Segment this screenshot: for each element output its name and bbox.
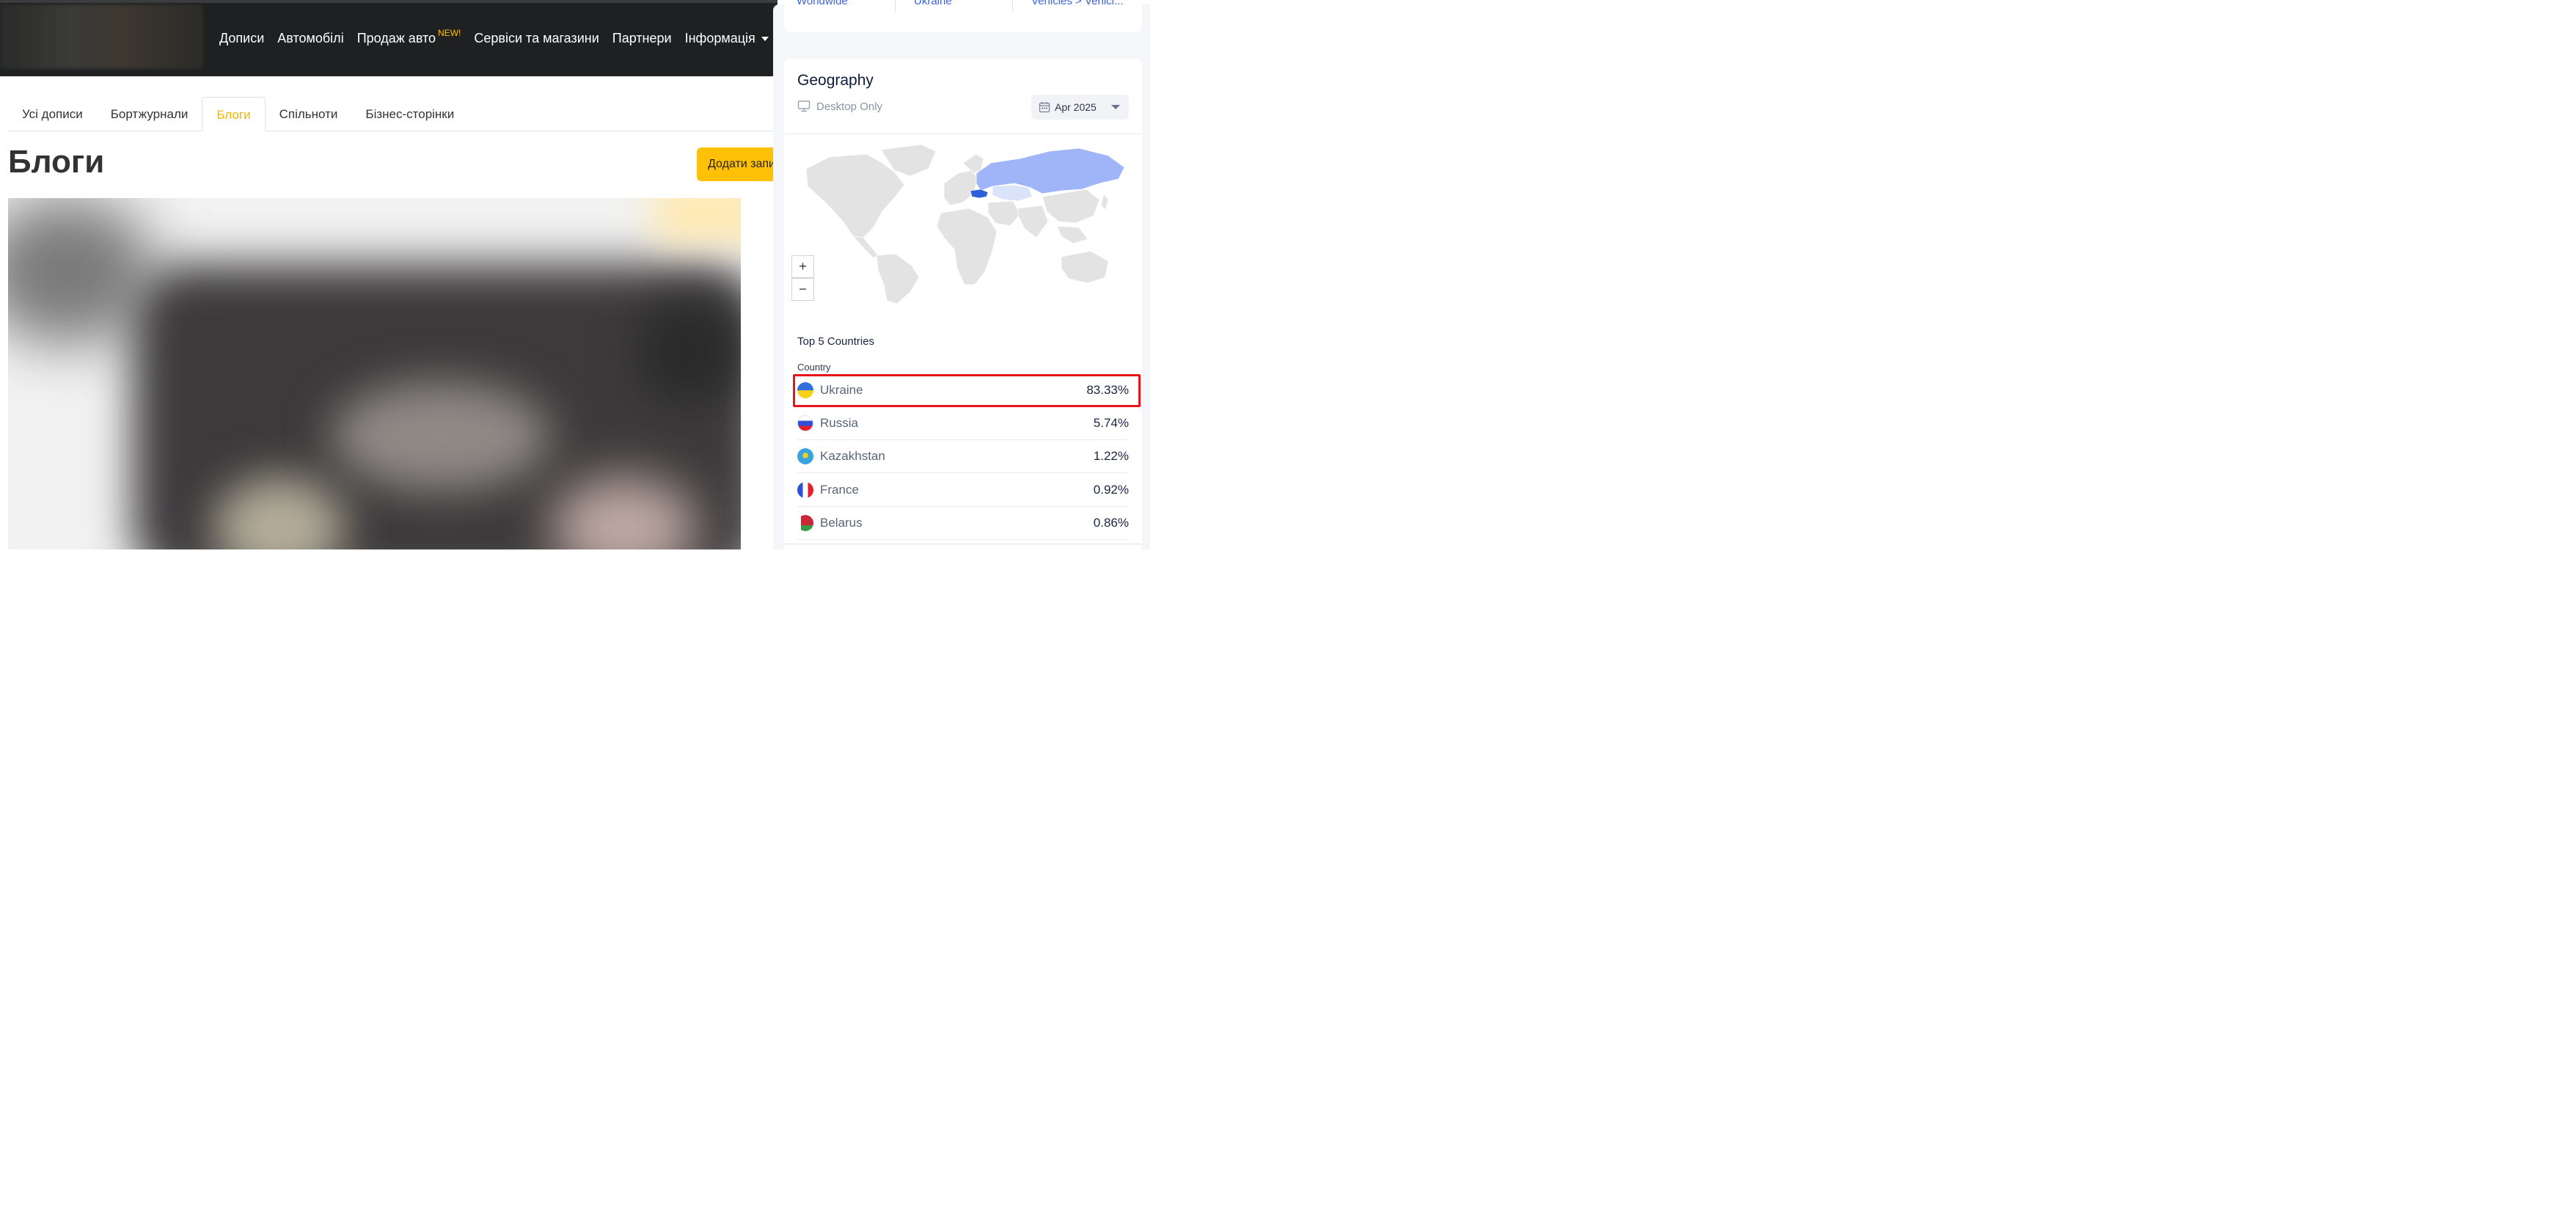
flag-france-icon bbox=[797, 482, 813, 498]
device-label: Desktop Only bbox=[816, 100, 883, 113]
breadcrumb-separator bbox=[895, 0, 896, 12]
site-header: Дописи Автомобілі Продаж авто NEW! Сервіс… bbox=[0, 0, 777, 76]
country-row-belarus[interactable]: Belarus 0.86% bbox=[797, 507, 1129, 540]
flag-russia-icon bbox=[797, 415, 813, 431]
tab-logbooks[interactable]: Бортжурнали bbox=[97, 97, 202, 131]
nav-label: Автомобілі bbox=[277, 30, 344, 45]
tab-communities[interactable]: Спільноти bbox=[266, 97, 352, 131]
breadcrumb-category[interactable]: Vehicles > Vehicl... bbox=[1031, 0, 1124, 7]
geography-title: Geography bbox=[797, 72, 874, 89]
nav-item-partners[interactable]: Партнери bbox=[612, 31, 672, 46]
breadcrumb: Worldwide Ukraine Vehicles > Vehicl... bbox=[784, 0, 1142, 32]
nav-label: Сервіси та магазини bbox=[474, 30, 599, 45]
map-ukraine bbox=[970, 189, 989, 199]
map-australia bbox=[1061, 250, 1109, 284]
nav-label: Продаж авто bbox=[356, 30, 436, 45]
tab-business-pages[interactable]: Бізнес-сторінки bbox=[351, 97, 468, 131]
map-africa bbox=[936, 208, 998, 285]
tab-all-posts[interactable]: Усі дописи bbox=[8, 97, 97, 131]
country-row-kazakhstan[interactable]: Kazakhstan 1.22% bbox=[797, 440, 1129, 473]
breadcrumb-country[interactable]: Ukraine bbox=[914, 0, 952, 7]
country-row-russia[interactable]: Russia 5.74% bbox=[797, 407, 1129, 440]
nav-label: Інформація bbox=[684, 30, 755, 45]
chevron-down-icon bbox=[1111, 105, 1120, 109]
country-share: 0.92% bbox=[1093, 483, 1129, 497]
country-column-header: Country bbox=[797, 362, 831, 373]
nav-item-cars[interactable]: Автомобілі bbox=[277, 31, 343, 46]
country-share: 0.86% bbox=[1093, 516, 1129, 530]
site-logo[interactable] bbox=[0, 4, 203, 69]
flag-kazakhstan-icon bbox=[797, 448, 813, 464]
main-nav: Дописи Автомобілі Продаж авто NEW! Сервіс… bbox=[219, 0, 782, 76]
flag-belarus-icon bbox=[797, 515, 813, 531]
country-name: Kazakhstan bbox=[820, 449, 885, 463]
map-kazakhstan bbox=[992, 184, 1033, 202]
map-north-america bbox=[805, 153, 905, 238]
breadcrumb-separator bbox=[1012, 0, 1013, 12]
country-name: Russia bbox=[820, 416, 858, 430]
content-tabs: Усі дописи Бортжурнали Блоги Спільноти Б… bbox=[8, 97, 777, 131]
country-share: 1.22% bbox=[1093, 449, 1129, 463]
new-badge: NEW! bbox=[438, 27, 461, 38]
nav-item-info[interactable]: Інформація bbox=[685, 31, 769, 46]
caret-down-icon bbox=[761, 36, 769, 41]
zoom-out-button[interactable]: − bbox=[791, 278, 814, 301]
tab-blogs[interactable]: Блоги bbox=[202, 97, 266, 131]
desktop-icon bbox=[797, 101, 811, 112]
country-name: Belarus bbox=[820, 516, 863, 530]
nav-item-car-sales[interactable]: Продаж авто NEW! bbox=[356, 27, 461, 46]
map-central-america bbox=[852, 235, 879, 259]
breadcrumb-worldwide[interactable]: Worldwide bbox=[797, 0, 848, 7]
map-south-america bbox=[876, 253, 920, 304]
map-europe bbox=[943, 169, 978, 206]
nav-label: Партнери bbox=[612, 30, 672, 45]
country-name: France bbox=[820, 483, 859, 497]
device-filter: Desktop Only bbox=[797, 100, 882, 113]
nav-label: Дописи bbox=[219, 30, 265, 45]
map-south-asia bbox=[1017, 205, 1049, 238]
date-picker[interactable]: Apr 2025 bbox=[1031, 95, 1129, 120]
calendar-icon bbox=[1039, 102, 1050, 113]
top-countries-title: Top 5 Countries bbox=[797, 335, 875, 348]
add-post-button[interactable]: Додати запис bbox=[697, 147, 785, 181]
map-middle-east bbox=[987, 200, 1021, 227]
zoom-in-button[interactable]: + bbox=[791, 255, 814, 278]
map-japan bbox=[1100, 193, 1109, 211]
country-row-france[interactable]: France 0.92% bbox=[797, 474, 1129, 507]
nav-item-posts[interactable]: Дописи bbox=[219, 31, 264, 46]
map-east-asia bbox=[1042, 189, 1100, 224]
world-map[interactable] bbox=[800, 141, 1130, 306]
nav-item-services[interactable]: Сервіси та магазини bbox=[474, 31, 599, 46]
country-share: 5.74% bbox=[1093, 416, 1129, 430]
date-label: Apr 2025 bbox=[1055, 101, 1097, 113]
geography-card: Geography Desktop Only Apr 2025 + − Top … bbox=[784, 59, 1142, 549]
page-title: Блоги bbox=[8, 144, 105, 180]
map-southeast-asia bbox=[1056, 225, 1088, 244]
blurred-hero-image[interactable] bbox=[8, 198, 741, 549]
highlight-box bbox=[793, 374, 1141, 407]
